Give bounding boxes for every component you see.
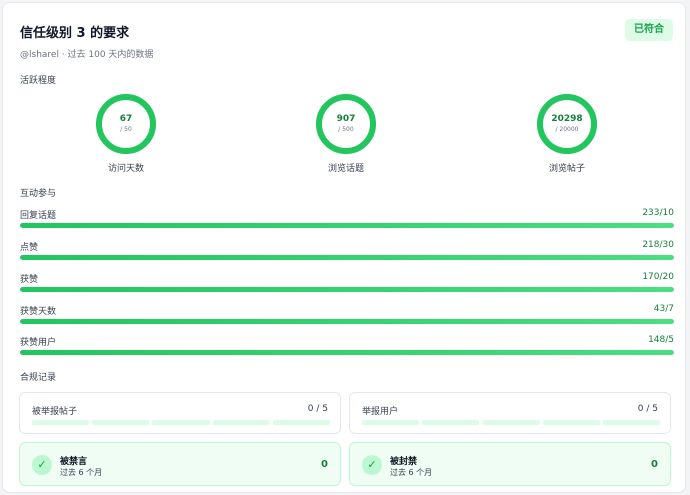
record-flagged-users: 举报用户 0 / 5 (349, 392, 671, 434)
bar-label: 获赞 (20, 275, 39, 285)
stat-value: 0 (651, 459, 658, 470)
segment (482, 420, 540, 425)
ring-value: 907 (336, 114, 356, 124)
segment (362, 420, 420, 425)
progress-bar (20, 287, 674, 292)
ring-target: / 20000 (555, 126, 579, 133)
progress-ring: 20298 / 20000 (536, 93, 598, 155)
bar-value: 170/20 (642, 272, 674, 282)
bar-label: 点赞 (20, 243, 39, 253)
segment (152, 420, 210, 425)
segment-bar (362, 420, 661, 425)
segment (422, 420, 480, 425)
section-title-engagement: 互动参与 (20, 189, 57, 199)
ring-target: / 500 (338, 126, 354, 133)
bar-label: 获赞天数 (20, 307, 57, 317)
section-title-compliance: 合规记录 (20, 373, 57, 383)
segment (32, 420, 90, 425)
stat-name: 被禁言 (60, 457, 88, 467)
bar-liked-days: 获赞天数 43/7 (20, 304, 674, 330)
ring-label: 浏览帖子 (548, 164, 585, 174)
bar-liked-users: 获赞用户 148/5 (20, 335, 674, 361)
stat-name: 被封禁 (390, 457, 418, 467)
page-title: 信任级别 3 的要求 (20, 26, 130, 41)
progress-fill (20, 223, 674, 228)
trust-level-card: 信任级别 3 的要求 @lsharel · 过去 100 天内的数据 已符合 活… (2, 2, 686, 493)
segment (542, 420, 600, 425)
ring-visit-days: 67 / 50 访问天数 (86, 93, 166, 174)
bar-label: 回复话题 (20, 211, 57, 221)
ring-topics-viewed: 907 / 500 浏览话题 (306, 93, 386, 174)
segment (602, 420, 661, 425)
bar-value: 148/5 (648, 335, 674, 345)
progress-fill (20, 350, 674, 355)
ring-label: 浏览话题 (327, 164, 364, 174)
ring-label: 访问天数 (107, 164, 144, 174)
segment-bar (32, 420, 331, 425)
page-subtitle: @lsharel · 过去 100 天内的数据 (20, 50, 154, 60)
progress-ring: 67 / 50 (95, 93, 157, 155)
progress-fill (20, 287, 674, 292)
stat-silenced: ✓ 被禁言 过去 6 个月 0 (19, 442, 341, 486)
segment (92, 420, 150, 425)
ring-posts-viewed: 20298 / 20000 浏览帖子 (527, 93, 607, 174)
stat-period: 过去 6 个月 (390, 468, 433, 477)
check-icon: ✓ (362, 455, 382, 475)
progress-bar (20, 255, 674, 260)
bar-likes-given: 点赞 218/30 (20, 240, 674, 266)
stat-period: 过去 6 个月 (60, 468, 103, 477)
segment (212, 420, 270, 425)
stat-value: 0 (321, 459, 328, 470)
section-title-activity: 活跃程度 (20, 76, 57, 86)
stat-suspended: ✓ 被封禁 过去 6 个月 0 (349, 442, 671, 486)
check-icon: ✓ (32, 455, 52, 475)
bar-replies: 回复话题 233/10 (20, 208, 674, 234)
progress-bar (20, 223, 674, 228)
record-label: 举报用户 (362, 407, 399, 417)
progress-bar (20, 350, 674, 355)
progress-ring: 907 / 500 (315, 93, 377, 155)
record-count: 0 / 5 (307, 404, 328, 414)
progress-bar (20, 319, 674, 324)
progress-fill (20, 255, 674, 260)
status-badge: 已符合 (625, 19, 673, 41)
bar-value: 233/10 (642, 208, 674, 218)
record-label: 被举报帖子 (32, 407, 78, 417)
ring-value: 67 (119, 114, 133, 124)
record-flagged-posts: 被举报帖子 0 / 5 (19, 392, 341, 434)
ring-value: 20298 (551, 114, 583, 124)
segment (272, 420, 331, 425)
bar-likes-received: 获赞 170/20 (20, 272, 674, 298)
bar-value: 218/30 (642, 240, 674, 250)
bar-label: 获赞用户 (20, 338, 57, 348)
record-count: 0 / 5 (637, 404, 658, 414)
ring-target: / 50 (120, 126, 132, 133)
progress-fill (20, 319, 674, 324)
bar-value: 43/7 (653, 304, 674, 314)
